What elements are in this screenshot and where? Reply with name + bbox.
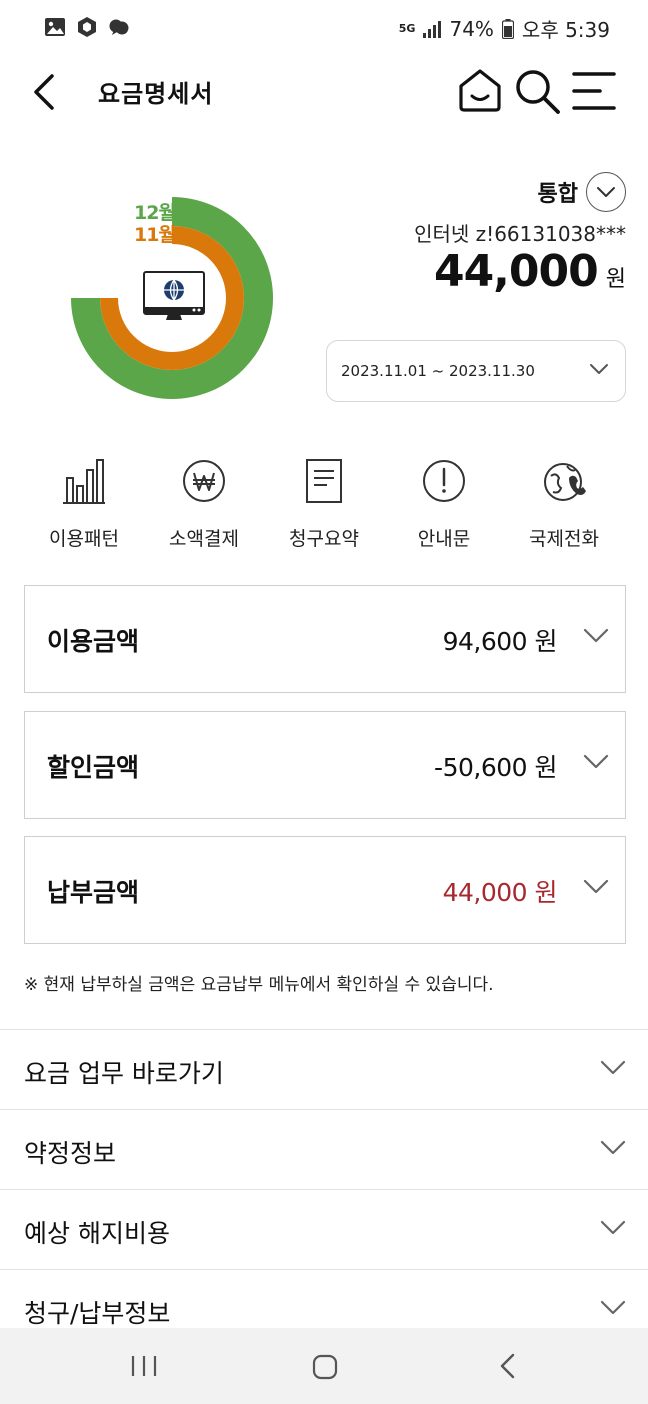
card-title: 납부금액 xyxy=(47,878,140,907)
quick-menu-label: 청구요약 xyxy=(289,528,359,550)
status-bar: 5G 74% 오후 5:39 xyxy=(0,0,648,56)
chevron-down-icon xyxy=(597,187,615,197)
card-title: 할인금액 xyxy=(47,753,140,782)
period-label: 2023.11.01 ~ 2023.11.30 xyxy=(341,362,535,380)
accordion-billing-shortcuts[interactable]: 요금 업무 바로가기 xyxy=(0,1029,648,1109)
quick-menu-label: 국제전화 xyxy=(529,528,599,550)
home-icon[interactable] xyxy=(456,66,504,114)
card-value: 94,600 원 xyxy=(442,627,558,656)
service-id: 인터넷 z!66131038*** xyxy=(414,222,626,246)
signal-icon xyxy=(423,20,442,38)
chat-icon xyxy=(109,19,129,35)
quick-menu-label: 소액결제 xyxy=(169,528,239,550)
chevron-down-icon xyxy=(583,628,609,643)
battery-icon xyxy=(501,18,514,39)
accordion-label: 청구/납부정보 xyxy=(24,1299,171,1328)
search-icon[interactable] xyxy=(512,66,562,116)
document-icon xyxy=(306,459,342,503)
exclamation-icon xyxy=(423,460,465,502)
page-title: 요금명세서 xyxy=(98,80,214,108)
chevron-down-icon xyxy=(600,1140,626,1155)
period-select[interactable]: 2023.11.01 ~ 2023.11.30 xyxy=(326,340,626,402)
clock: 오후 5:39 xyxy=(521,18,610,42)
system-nav-bar xyxy=(0,1328,648,1404)
accordion-cancellation-fee[interactable]: 예상 해지비용 xyxy=(0,1189,648,1269)
quick-menu: 이용패턴 소액결제 청구요약 안내문 국제전화 xyxy=(24,456,624,551)
bar-chart-icon xyxy=(63,459,105,504)
package-icon xyxy=(78,17,96,37)
chevron-down-icon xyxy=(600,1060,626,1075)
app-header: 요금명세서 xyxy=(0,56,648,132)
back-button-icon[interactable] xyxy=(496,1352,518,1380)
quick-usage-pattern[interactable]: 이용패턴 xyxy=(24,456,144,551)
payment-amount-card[interactable]: 납부금액 44,000 원 xyxy=(24,836,626,944)
menu-icon[interactable] xyxy=(570,68,618,114)
total-amount: 44,000 원 xyxy=(434,246,626,297)
network-5g-label: 5G xyxy=(398,22,416,35)
notification-icons xyxy=(44,16,130,38)
chevron-down-icon xyxy=(600,1220,626,1235)
card-title: 이용금액 xyxy=(47,627,140,656)
chevron-down-icon xyxy=(600,1300,626,1315)
chevron-down-icon xyxy=(583,879,609,894)
quick-bill-summary[interactable]: 청구요약 xyxy=(264,456,384,551)
recent-apps-icon[interactable] xyxy=(130,1354,158,1378)
accordion-label: 요금 업무 바로가기 xyxy=(24,1059,224,1088)
gallery-icon xyxy=(45,18,65,36)
quick-international-call[interactable]: 국제전화 xyxy=(504,456,624,551)
back-arrow-icon[interactable] xyxy=(28,72,64,112)
quick-micropayment[interactable]: 소액결제 xyxy=(144,456,264,551)
battery-percent: 74% xyxy=(449,16,494,41)
payment-note: ※ 현재 납부하실 금액은 요금납부 메뉴에서 확인하실 수 있습니다. xyxy=(24,975,494,995)
accordion-label: 약정정보 xyxy=(24,1139,117,1168)
globe-phone-icon xyxy=(544,463,586,501)
home-button-icon[interactable] xyxy=(312,1354,338,1380)
discount-amount-card[interactable]: 할인금액 -50,600 원 xyxy=(24,711,626,819)
chevron-down-icon xyxy=(583,754,609,769)
usage-amount-card[interactable]: 이용금액 94,600 원 xyxy=(24,585,626,693)
chevron-down-icon xyxy=(590,364,608,374)
total-amount-value: 44,000 xyxy=(433,246,599,297)
accordion-contract-info[interactable]: 약정정보 xyxy=(0,1109,648,1189)
plan-selector[interactable]: 통합 xyxy=(538,172,626,212)
won-coin-icon xyxy=(183,460,225,502)
monitor-globe-icon xyxy=(143,271,205,320)
quick-menu-label: 이용패턴 xyxy=(49,528,119,550)
total-amount-unit: 원 xyxy=(605,267,626,292)
card-value: -50,600 원 xyxy=(434,753,557,782)
quick-menu-label: 안내문 xyxy=(417,528,471,550)
plan-name: 통합 xyxy=(537,182,578,207)
accordion-label: 예상 해지비용 xyxy=(24,1219,170,1248)
quick-notice[interactable]: 안내문 xyxy=(384,456,504,551)
chart-label-november: 11월 xyxy=(134,224,176,246)
plan-dropdown-button[interactable] xyxy=(586,172,626,212)
card-value: 44,000 원 xyxy=(442,878,558,907)
system-status: 5G 74% 오후 5:39 xyxy=(399,14,610,43)
